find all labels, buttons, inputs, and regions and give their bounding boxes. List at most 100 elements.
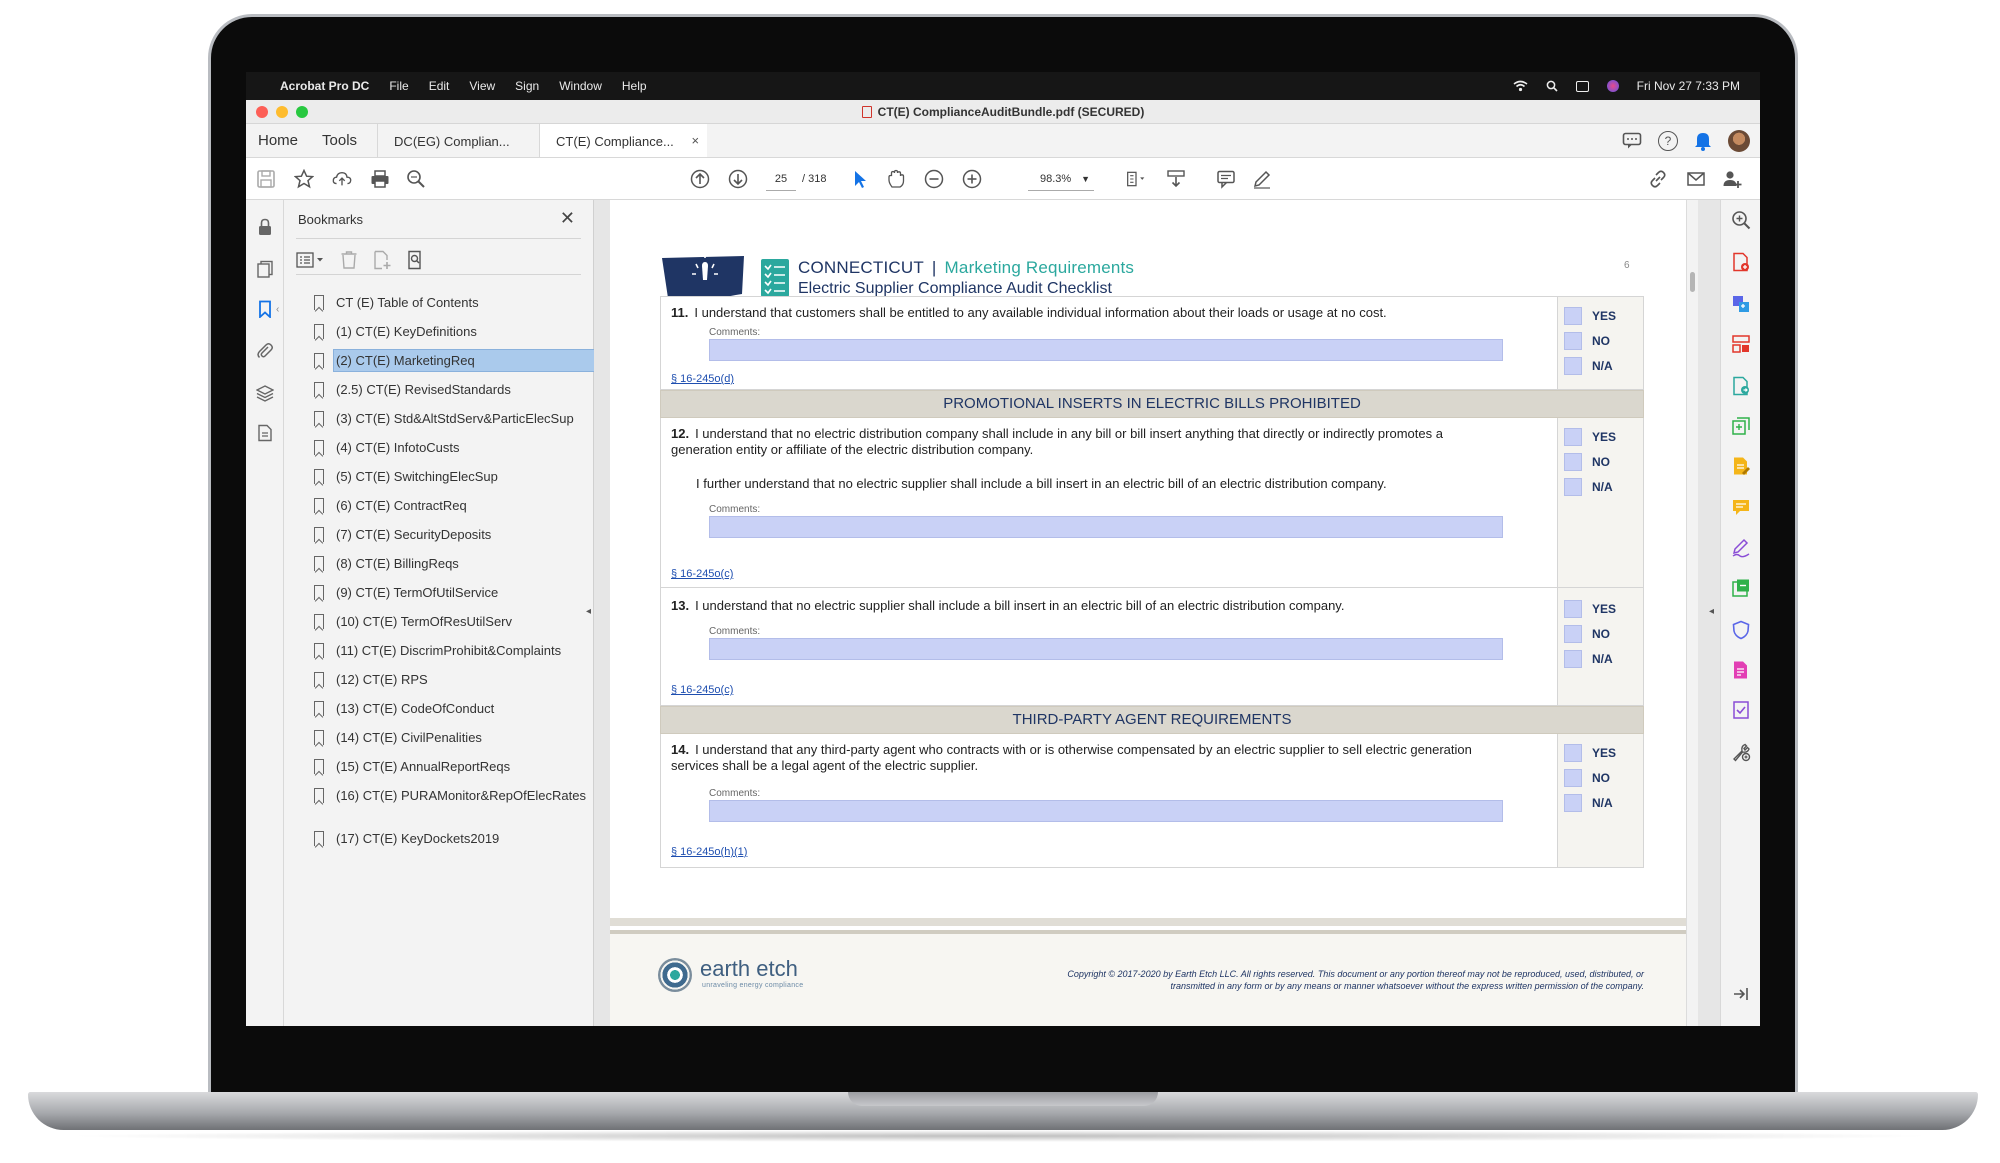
menu-app-name[interactable]: Acrobat Pro DC — [280, 79, 369, 93]
answer-na[interactable]: N/A — [1564, 357, 1613, 375]
notification-bell-icon[interactable] — [1694, 131, 1712, 151]
doc-tab-ct-e[interactable]: CT(E) Compliance... × — [539, 124, 708, 157]
na-checkbox[interactable] — [1564, 478, 1582, 496]
scan-ocr-icon[interactable] — [1731, 578, 1751, 598]
more-tools-icon[interactable] — [1731, 742, 1751, 762]
answer-na[interactable]: N/A — [1564, 794, 1613, 812]
protect-shield-icon[interactable] — [1731, 620, 1751, 640]
bookmark-item[interactable]: (10) CT(E) TermOfResUtilServ — [314, 607, 594, 636]
menu-sign[interactable]: Sign — [515, 79, 539, 93]
bookmark-item[interactable]: (9) CT(E) TermOfUtilService — [314, 578, 594, 607]
bookmark-item[interactable]: (12) CT(E) RPS — [314, 665, 594, 694]
help-icon[interactable]: ? — [1658, 131, 1678, 151]
answer-na[interactable]: N/A — [1564, 650, 1613, 668]
add-user-icon[interactable] — [1722, 169, 1742, 189]
zoom-in-icon[interactable] — [962, 169, 982, 189]
siri-icon[interactable] — [1606, 80, 1619, 92]
statute-reference-link[interactable]: § 16-245o(d) — [671, 373, 734, 385]
control-center-icon[interactable] — [1575, 80, 1589, 92]
menu-edit[interactable]: Edit — [429, 79, 450, 93]
minimize-window-button[interactable] — [276, 106, 288, 118]
bookmark-item[interactable]: CT (E) Table of Contents — [314, 288, 594, 317]
bookmark-item[interactable]: (8) CT(E) BillingReqs — [314, 549, 594, 578]
organize-pages-icon[interactable] — [1731, 334, 1751, 354]
statute-reference-link[interactable]: § 16-245o(h)(1) — [671, 846, 747, 858]
no-checkbox[interactable] — [1564, 332, 1582, 350]
answer-na[interactable]: N/A — [1564, 478, 1613, 496]
vertical-scrollbar[interactable] — [1686, 200, 1698, 1026]
yes-checkbox[interactable] — [1564, 600, 1582, 618]
bookmark-star-icon[interactable] — [294, 169, 314, 189]
menubar-clock[interactable]: Fri Nov 27 7:33 PM — [1637, 79, 1740, 93]
select-cursor-icon[interactable] — [850, 169, 870, 189]
comments-field[interactable] — [709, 800, 1503, 822]
scroll-mode-icon[interactable] — [1166, 169, 1186, 189]
no-checkbox[interactable] — [1564, 625, 1582, 643]
close-tab-icon[interactable]: × — [691, 133, 699, 148]
comments-field[interactable] — [709, 638, 1503, 660]
expand-tools-handle[interactable]: ◂ — [1709, 606, 1714, 617]
email-icon[interactable] — [1686, 169, 1706, 189]
close-icon[interactable]: ✕ — [560, 208, 575, 229]
answer-no[interactable]: NO — [1564, 453, 1610, 471]
na-checkbox[interactable] — [1564, 650, 1582, 668]
na-checkbox[interactable] — [1564, 794, 1582, 812]
share-link-icon[interactable] — [1648, 169, 1668, 189]
user-avatar[interactable] — [1728, 130, 1750, 152]
bookmark-item[interactable]: (2.5) CT(E) RevisedStandards — [314, 375, 594, 404]
doc-tab-dc-eg[interactable]: DC(EG) Complian... — [377, 124, 539, 157]
bookmark-item[interactable]: (15) CT(E) AnnualReportReqs — [314, 752, 594, 781]
page-fit-icon[interactable] — [1126, 169, 1146, 189]
collapse-panel-handle[interactable]: ◂ — [586, 606, 591, 617]
draw-pen-icon[interactable] — [1252, 169, 1272, 189]
next-page-icon[interactable] — [728, 169, 748, 189]
zoom-window-button[interactable] — [296, 106, 308, 118]
hand-tool-icon[interactable] — [886, 169, 906, 189]
zoom-out-icon[interactable] — [924, 169, 944, 189]
prepare-form-icon[interactable] — [1731, 660, 1751, 680]
menu-help[interactable]: Help — [622, 79, 647, 93]
layers-icon[interactable] — [256, 384, 274, 402]
chat-icon[interactable] — [1622, 132, 1642, 150]
create-pdf-icon[interactable] — [1731, 252, 1751, 272]
menu-file[interactable]: File — [389, 79, 408, 93]
bookmark-item-selected[interactable]: (2) CT(E) MarketingReq — [314, 346, 595, 375]
delete-bookmark-icon[interactable] — [340, 250, 358, 270]
statute-reference-link[interactable]: § 16-245o(c) — [671, 684, 733, 696]
bookmark-item[interactable]: (16) CT(E) PURAMonitor&RepOfElecRates — [314, 781, 594, 810]
bookmark-item[interactable]: (13) CT(E) CodeOfConduct — [314, 694, 594, 723]
new-bookmark-icon[interactable] — [372, 250, 392, 270]
answer-yes[interactable]: YES — [1564, 744, 1616, 762]
find-bookmark-icon[interactable] — [406, 250, 426, 270]
answer-yes[interactable]: YES — [1564, 428, 1616, 446]
document-properties-icon[interactable] — [256, 424, 274, 442]
statute-reference-link[interactable]: § 16-245o(c) — [671, 568, 733, 580]
spotlight-search-icon[interactable] — [1546, 80, 1558, 92]
answer-no[interactable]: NO — [1564, 769, 1610, 787]
comment-tool-icon[interactable] — [1731, 498, 1751, 518]
security-lock-icon[interactable] — [256, 218, 274, 236]
bookmark-item[interactable]: (4) CT(E) InfotoCusts — [314, 433, 594, 462]
bookmark-item[interactable]: (17) CT(E) KeyDockets2019 — [314, 824, 594, 853]
collapse-rail-icon[interactable] — [1731, 984, 1751, 1004]
edit-pdf-icon[interactable] — [1731, 456, 1751, 476]
yes-checkbox[interactable] — [1564, 428, 1582, 446]
compress-pdf-icon[interactable] — [1731, 416, 1751, 436]
answer-yes[interactable]: YES — [1564, 307, 1616, 325]
menu-view[interactable]: View — [469, 79, 495, 93]
comments-field[interactable] — [709, 516, 1503, 538]
bookmark-item[interactable]: (3) CT(E) Std&AltStdServ&ParticElecSup — [314, 404, 594, 433]
comment-icon[interactable] — [1216, 169, 1236, 189]
yes-checkbox[interactable] — [1564, 744, 1582, 762]
upload-cloud-icon[interactable] — [332, 169, 352, 189]
wifi-icon[interactable] — [1513, 80, 1528, 92]
print-icon[interactable] — [370, 169, 390, 189]
yes-checkbox[interactable] — [1564, 307, 1582, 325]
bookmark-item[interactable]: (14) CT(E) CivilPenalities — [314, 723, 594, 752]
bookmark-options-icon[interactable] — [296, 251, 326, 269]
bookmark-item[interactable]: (5) CT(E) SwitchingElecSup — [314, 462, 594, 491]
bookmark-item[interactable]: (1) CT(E) KeyDefinitions — [314, 317, 594, 346]
page-number-input[interactable]: 25 — [766, 167, 796, 191]
answer-yes[interactable]: YES — [1564, 600, 1616, 618]
answer-no[interactable]: NO — [1564, 332, 1610, 350]
